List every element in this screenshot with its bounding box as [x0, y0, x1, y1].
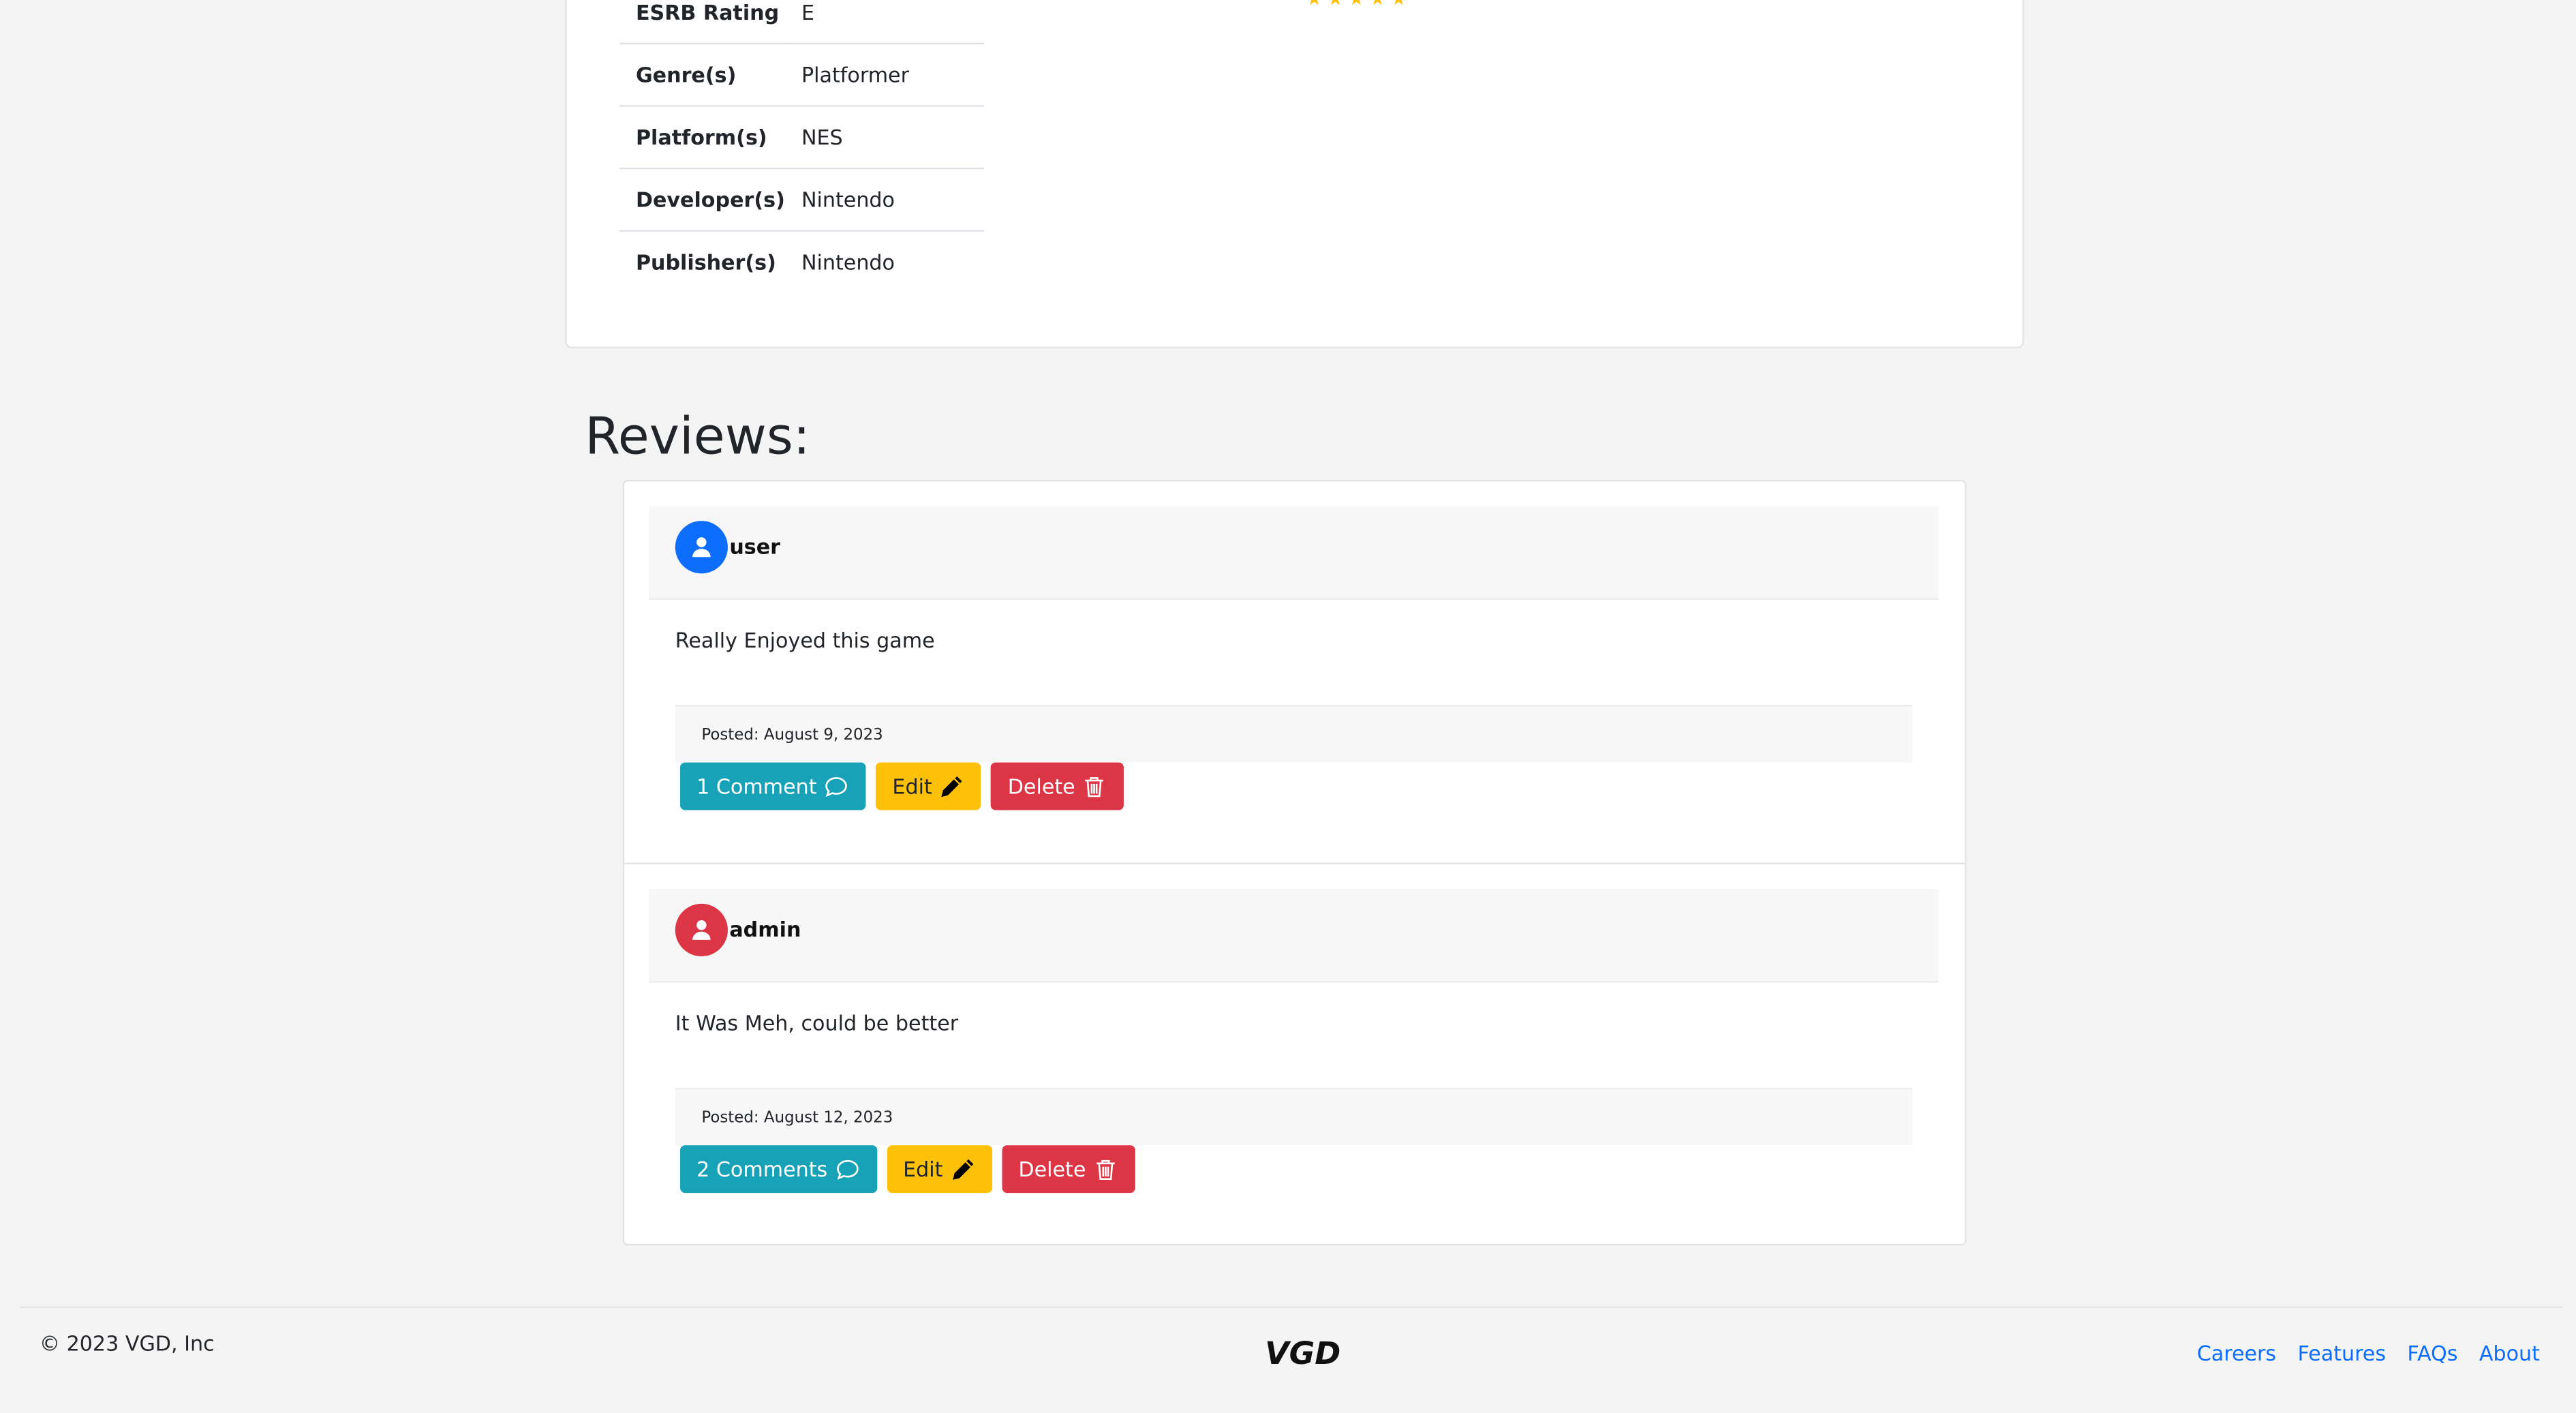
- review-meta: Posted: August 12, 2023: [675, 1087, 1913, 1146]
- review-meta: Posted: August 9, 2023: [675, 705, 1913, 763]
- details-value: Nintendo: [784, 168, 985, 232]
- avatar: [675, 521, 728, 574]
- details-value: NES: [784, 106, 985, 170]
- delete-button[interactable]: Delete: [1002, 1145, 1135, 1194]
- review-text: It Was Meh, could be better: [675, 1010, 959, 1035]
- details-row-publisher: Publisher(s) Nintendo: [619, 231, 984, 292]
- edit-button[interactable]: Edit: [887, 1145, 992, 1194]
- details-row-platform: Platform(s) NES: [619, 106, 985, 170]
- posted-date: Posted: August 12, 2023: [701, 1109, 893, 1127]
- details-label: Genre(s): [619, 43, 785, 107]
- delete-button-label: Delete: [1007, 774, 1075, 799]
- trash-icon: [1086, 776, 1104, 797]
- review-header: user: [649, 506, 1939, 600]
- review-item: user Really Enjoyed this game Posted: Au…: [624, 481, 1965, 862]
- details-value: Platformer: [784, 43, 985, 107]
- avatar: [675, 903, 728, 957]
- details-row-developer: Developer(s) Nintendo: [619, 168, 985, 232]
- details-value: E: [784, 0, 985, 45]
- vgd-logo[interactable]: VGD: [1265, 1334, 1340, 1371]
- details-label: Developer(s): [619, 168, 785, 232]
- details-row-esrb: ESRB Rating E: [619, 0, 985, 45]
- pencil-icon: [952, 1158, 974, 1179]
- reviews-list: user Really Enjoyed this game Posted: Au…: [622, 479, 1967, 1246]
- logo-text: VGD: [1265, 1335, 1340, 1371]
- comments-button-label: 2 Comments: [696, 1157, 828, 1182]
- review-item: admin It Was Meh, could be better Posted…: [624, 862, 1965, 1246]
- review-header: admin: [649, 889, 1939, 983]
- details-row-genre: Genre(s) Platformer: [619, 43, 985, 107]
- posted-date: Posted: August 9, 2023: [701, 726, 883, 745]
- review-username[interactable]: admin: [729, 917, 801, 941]
- details-value: Nintendo: [801, 249, 895, 275]
- footer-copyright: © 2023 VGD, Inc: [39, 1331, 215, 1356]
- chat-bubble-icon: [836, 1159, 858, 1179]
- footer-divider: [19, 1306, 2563, 1308]
- edit-button[interactable]: Edit: [876, 762, 982, 810]
- footer-link-faqs[interactable]: FAQs: [2407, 1341, 2457, 1365]
- delete-button-label: Delete: [1018, 1157, 1086, 1182]
- reviews-heading: Reviews:: [585, 407, 810, 467]
- footer-nav: Careers Features FAQs About: [2197, 1341, 2540, 1365]
- comments-button-label: 1 Comment: [696, 774, 817, 799]
- review-actions: 1 Comment Edit Delete: [680, 762, 1125, 810]
- footer-link-careers[interactable]: Careers: [2197, 1341, 2276, 1365]
- game-details-card: ESRB Rating E Genre(s) Platformer Platfo…: [565, 0, 2024, 349]
- star-rating: ★★★★★: [1306, 0, 1412, 10]
- comments-button[interactable]: 2 Comments: [680, 1145, 877, 1194]
- chat-bubble-icon: [825, 776, 848, 796]
- game-details-table: ESRB Rating E Genre(s) Platformer Platfo…: [619, 0, 985, 292]
- pencil-icon: [942, 775, 963, 796]
- review-text: Really Enjoyed this game: [675, 627, 935, 653]
- edit-button-label: Edit: [892, 774, 932, 799]
- comments-button[interactable]: 1 Comment: [680, 762, 866, 810]
- delete-button[interactable]: Delete: [991, 762, 1125, 810]
- footer-link-about[interactable]: About: [2479, 1341, 2540, 1365]
- edit-button-label: Edit: [903, 1157, 943, 1182]
- review-username[interactable]: user: [729, 534, 780, 558]
- details-label: Platform(s): [619, 106, 785, 170]
- details-label: ESRB Rating: [619, 0, 785, 45]
- user-icon: [692, 920, 711, 940]
- user-icon: [692, 537, 711, 558]
- details-label: Publisher(s): [635, 249, 776, 275]
- review-actions: 2 Comments Edit Delete: [680, 1145, 1135, 1194]
- trash-icon: [1097, 1159, 1115, 1179]
- footer-link-features[interactable]: Features: [2297, 1341, 2386, 1365]
